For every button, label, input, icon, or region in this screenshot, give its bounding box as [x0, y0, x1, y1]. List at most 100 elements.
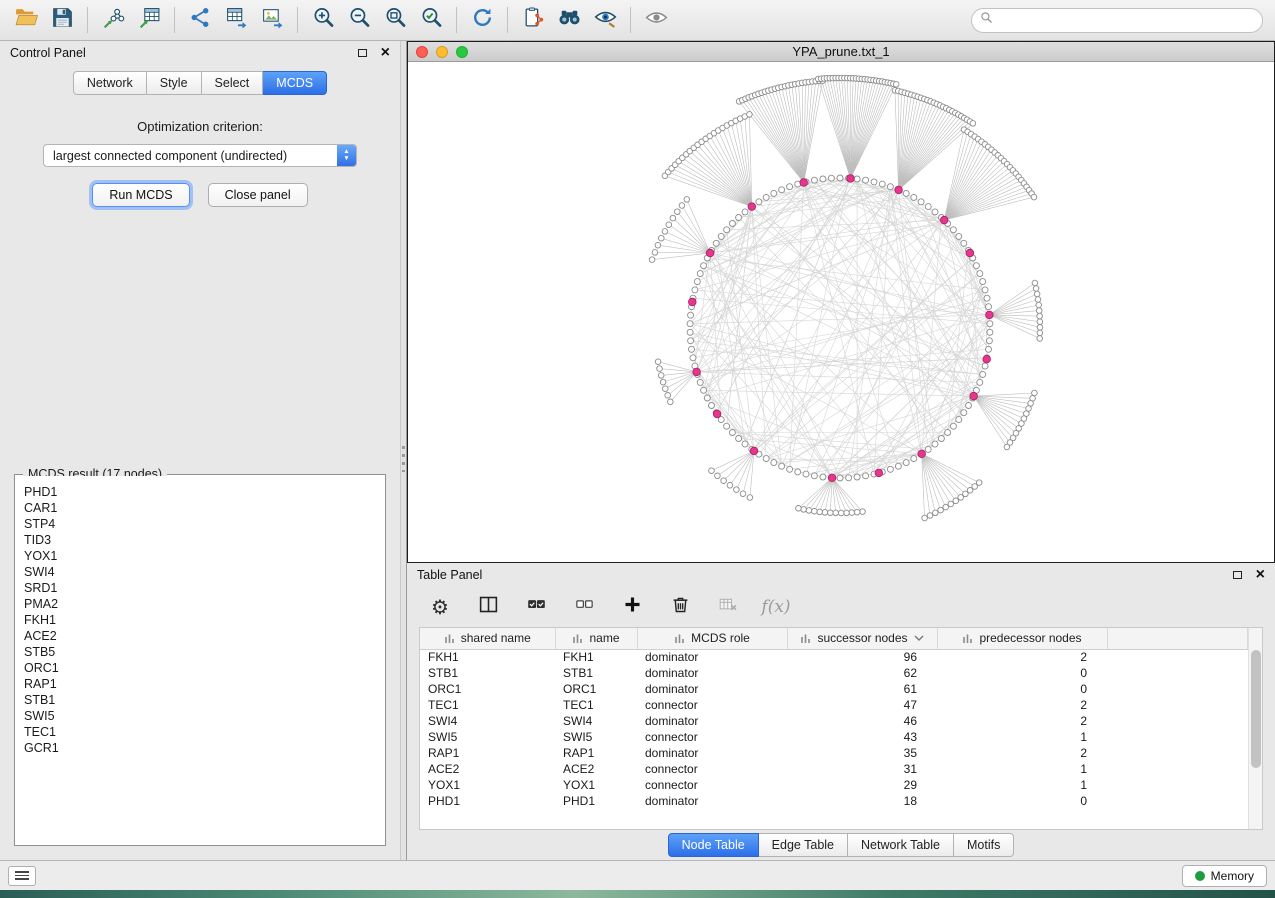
network-node	[854, 176, 860, 182]
tab-network-table[interactable]: Network Table	[848, 833, 954, 857]
network-window-titlebar[interactable]: YPA_prune.txt_1	[408, 42, 1274, 62]
network-leaf-node	[1037, 325, 1043, 331]
mcds-result-item[interactable]: SWI4	[24, 564, 384, 580]
network-node	[771, 190, 777, 196]
network-node	[687, 329, 693, 335]
zoom-in-button[interactable]	[305, 4, 341, 36]
mcds-result-item[interactable]: CAR1	[24, 500, 384, 516]
export-image-icon	[260, 5, 285, 35]
select-all-button[interactable]	[523, 594, 549, 620]
mcds-result-item[interactable]: PHD1	[24, 484, 384, 500]
table-row[interactable]: YOX1YOX1connector291	[420, 777, 1248, 793]
network-leaf-node	[684, 197, 690, 203]
mcds-result-item[interactable]: SWI5	[24, 708, 384, 724]
column-header-mcds-role[interactable]: MCDS role	[637, 628, 787, 649]
network-node	[925, 446, 931, 452]
export-table-button[interactable]	[218, 4, 254, 36]
network-node	[803, 471, 809, 477]
show-columns-button[interactable]	[475, 594, 501, 620]
tab-network[interactable]: Network	[73, 71, 147, 95]
network-leaf-node	[675, 209, 681, 215]
run-mcds-button[interactable]: Run MCDS	[92, 183, 189, 207]
zoom-out-button[interactable]	[341, 4, 377, 36]
float-table-panel-icon[interactable]	[1233, 571, 1242, 579]
delete-table-button[interactable]	[715, 594, 741, 620]
column-header-name[interactable]: name	[555, 628, 637, 649]
table-row[interactable]: TEC1TEC1connector472	[420, 697, 1248, 713]
optimization-criterion-select[interactable]: largest connected component (undirected)…	[43, 144, 357, 167]
scrollbar-thumb[interactable]	[1251, 650, 1261, 768]
mcds-result-item[interactable]: PMA2	[24, 596, 384, 612]
style-preview-button[interactable]	[587, 4, 623, 36]
delete-column-button[interactable]	[667, 594, 693, 620]
tab-select[interactable]: Select	[202, 71, 264, 95]
tab-mcds[interactable]: MCDS	[263, 71, 327, 95]
float-panel-icon[interactable]	[358, 49, 367, 57]
mcds-result-item[interactable]: FKH1	[24, 612, 384, 628]
save-button[interactable]	[44, 4, 80, 36]
status-menu-button[interactable]	[8, 866, 36, 886]
mcds-result-item[interactable]: STB1	[24, 692, 384, 708]
mcds-result-item[interactable]: ORC1	[24, 660, 384, 676]
clipboard-share-button[interactable]	[515, 4, 551, 36]
network-leaf-node	[668, 399, 674, 405]
import-network-button[interactable]	[95, 4, 131, 36]
network-leaf-node	[747, 495, 753, 501]
column-header-successor-nodes[interactable]: successor nodes	[787, 628, 937, 649]
column-header-shared-name[interactable]: shared name	[420, 628, 555, 649]
tab-style[interactable]: Style	[147, 71, 202, 95]
table-row[interactable]: SWI5SWI5connector431	[420, 729, 1248, 745]
table-row[interactable]: PHD1PHD1dominator180	[420, 793, 1248, 809]
tab-edge-table[interactable]: Edge Table	[759, 833, 848, 857]
control-panel-tabs: Network Style Select MCDS	[73, 71, 327, 95]
function-builder-button[interactable]: f(x)	[763, 594, 789, 620]
table-settings-button[interactable]: ⚙	[427, 594, 453, 620]
mcds-result-item[interactable]: STB5	[24, 644, 384, 660]
network-node	[932, 441, 938, 447]
search-input[interactable]	[998, 13, 1254, 27]
memory-button[interactable]: Memory	[1182, 865, 1267, 887]
close-panel-icon[interactable]: ×	[381, 46, 390, 60]
network-graph[interactable]	[408, 62, 1274, 562]
mcds-result-item[interactable]: RAP1	[24, 676, 384, 692]
tab-node-table[interactable]: Node Table	[668, 833, 759, 857]
mcds-result-item[interactable]: YOX1	[24, 548, 384, 564]
network-leaf-node	[948, 501, 954, 507]
sort-icon	[674, 633, 685, 644]
mcds-result-list[interactable]: PHD1CAR1STP4TID3YOX1SWI4SRD1PMA2FKH1ACE2…	[16, 476, 384, 844]
mcds-result-item[interactable]: STP4	[24, 516, 384, 532]
table-scrollbar[interactable]	[1248, 628, 1262, 829]
table-row[interactable]: STB1STB1dominator620	[420, 665, 1248, 681]
main-toolbar	[0, 0, 1275, 41]
close-table-panel-icon[interactable]: ×	[1256, 568, 1265, 582]
refresh-button[interactable]	[464, 4, 500, 36]
export-image-button[interactable]	[254, 4, 290, 36]
table-row[interactable]: FKH1FKH1dominator962	[420, 649, 1248, 665]
show-graphics-button[interactable]	[638, 4, 674, 36]
deselect-all-button[interactable]	[571, 594, 597, 620]
tab-motifs[interactable]: Motifs	[954, 833, 1014, 857]
table-row[interactable]: SWI4SWI4dominator462	[420, 713, 1248, 729]
table-row[interactable]: RAP1RAP1dominator352	[420, 745, 1248, 761]
mcds-result-item[interactable]: GCR1	[24, 740, 384, 756]
network-leaf-node	[828, 510, 834, 516]
add-column-button[interactable]	[619, 594, 645, 620]
table-row[interactable]: ORC1ORC1dominator610	[420, 681, 1248, 697]
network-leaf-node	[659, 235, 665, 241]
mcds-result-item[interactable]: TEC1	[24, 724, 384, 740]
open-button[interactable]	[8, 4, 44, 36]
network-canvas[interactable]	[408, 62, 1274, 562]
mcds-result-item[interactable]: ACE2	[24, 628, 384, 644]
close-panel-button[interactable]: Close panel	[208, 183, 308, 207]
table-row[interactable]: ACE2ACE2connector311	[420, 761, 1248, 777]
panel-splitter[interactable]	[400, 41, 407, 860]
column-header-predecessor-nodes[interactable]: predecessor nodes	[937, 628, 1107, 649]
zoom-selected-button[interactable]	[413, 4, 449, 36]
mcds-result-item[interactable]: TID3	[24, 532, 384, 548]
zoom-fit-button[interactable]	[377, 4, 413, 36]
search-network-button[interactable]	[551, 4, 587, 36]
new-network-button[interactable]	[182, 4, 218, 36]
network-node	[837, 475, 843, 481]
mcds-result-item[interactable]: SRD1	[24, 580, 384, 596]
import-table-button[interactable]	[131, 4, 167, 36]
